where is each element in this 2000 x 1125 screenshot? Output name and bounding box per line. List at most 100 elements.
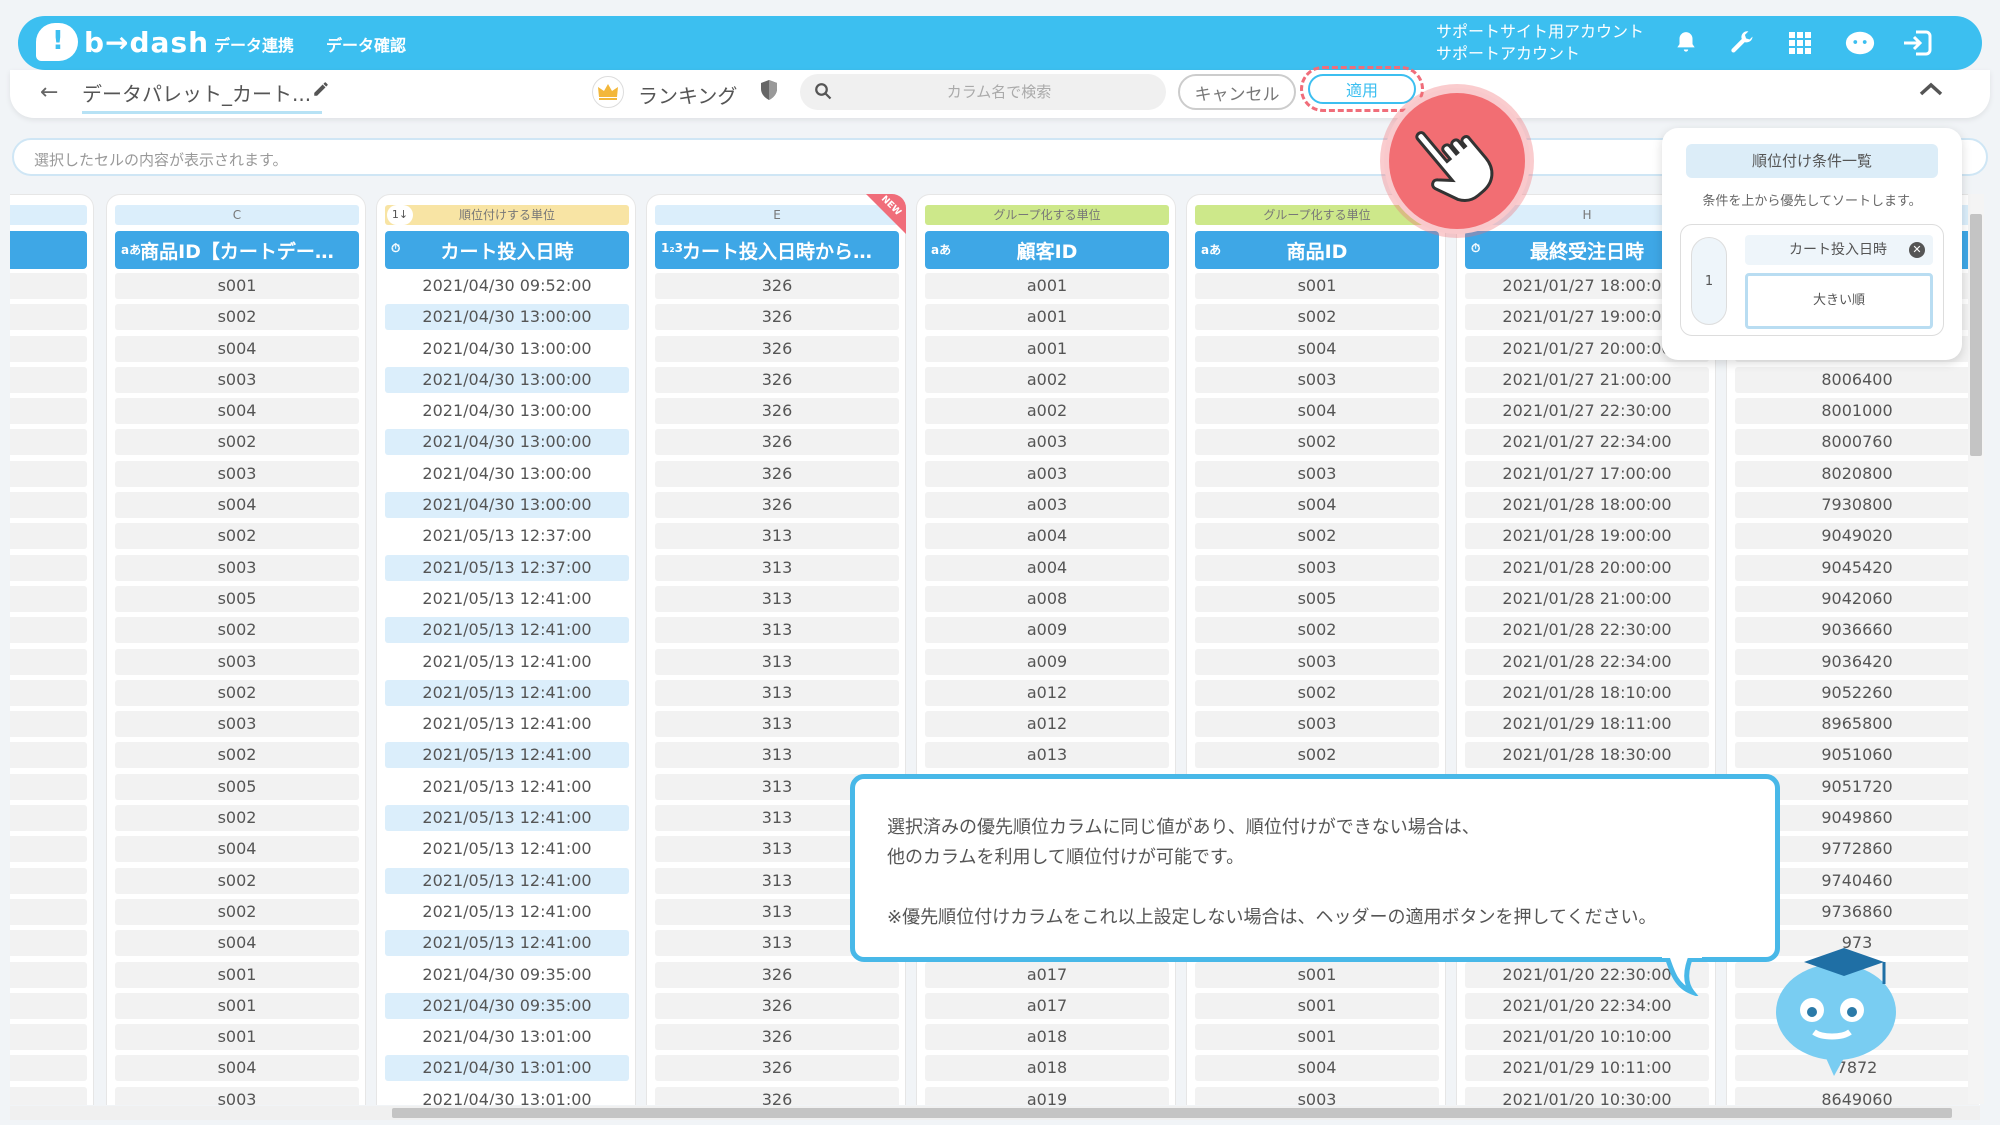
table-cell[interactable]: a002 xyxy=(925,366,1169,393)
table-cell[interactable]: s003 xyxy=(115,366,359,393)
table-cell[interactable]: 2021/05/13 12:41:00 xyxy=(385,679,629,706)
table-cell[interactable]: 326 xyxy=(655,366,899,393)
table-cell[interactable]: s003 xyxy=(115,648,359,675)
table-cell[interactable]: a012 xyxy=(925,679,1169,706)
table-cell[interactable]: a003 xyxy=(925,460,1169,487)
palette-name[interactable]: データパレット_カート... xyxy=(82,78,322,114)
table-cell[interactable]: 2021/04/30 13:00:00 xyxy=(385,366,629,393)
table-cell[interactable]: a008 xyxy=(925,585,1169,612)
table-cell[interactable]: 326 xyxy=(655,1086,899,1105)
ranking-priority[interactable]: 1 xyxy=(1691,237,1727,325)
table-cell[interactable]: 8965800 xyxy=(1735,711,1979,738)
horizontal-scroll-thumb[interactable] xyxy=(392,1108,1952,1118)
table-cell[interactable]: 2021/01/28 18:00:00 xyxy=(1465,492,1709,519)
table-cell[interactable]: a018 xyxy=(925,1024,1169,1051)
table-cell[interactable]: 313 xyxy=(655,679,899,706)
table-cell[interactable]: 326 xyxy=(655,492,899,519)
table-cell[interactable]: a012 xyxy=(925,711,1169,738)
table-cell[interactable]: 2021/05/13 12:41:00 xyxy=(385,711,629,738)
table-cell[interactable]: 2021/05/13 12:37:00 xyxy=(385,554,629,581)
table-cell[interactable]: s003 xyxy=(115,554,359,581)
table-cell[interactable]: a017 xyxy=(925,961,1169,988)
table-cell[interactable]: 326 xyxy=(655,429,899,456)
table-cell[interactable]: 2021/05/13 12:41:00 xyxy=(385,648,629,675)
column-header[interactable]: ー… xyxy=(10,231,87,269)
table-cell[interactable]: 2021/01/28 22:34:00 xyxy=(1465,648,1709,675)
table-cell[interactable]: a003 xyxy=(925,429,1169,456)
table-cell[interactable]: s001 xyxy=(115,1024,359,1051)
table-cell[interactable]: 2021/01/20 10:10:00 xyxy=(1465,1024,1709,1051)
table-cell[interactable]: 2021/05/13 12:37:00 xyxy=(385,523,629,550)
table-cell[interactable]: s003 xyxy=(115,711,359,738)
table-cell[interactable]: 9036660 xyxy=(1735,617,1979,644)
table-cell[interactable]: 9051060 xyxy=(1735,742,1979,769)
table-cell[interactable]: 2021/05/13 12:41:00 xyxy=(385,867,629,894)
table-cell[interactable]: s001 xyxy=(115,992,359,1019)
table-cell[interactable]: 9049020 xyxy=(1735,523,1979,550)
table-cell[interactable]: s003 xyxy=(1195,554,1439,581)
vertical-scroll-thumb[interactable] xyxy=(1970,214,1982,456)
table-cell[interactable]: 313 xyxy=(655,523,899,550)
table-cell[interactable]: 2021/04/30 13:00:00 xyxy=(385,398,629,425)
table-cell[interactable]: s001 xyxy=(1195,961,1439,988)
table-cell[interactable] xyxy=(10,836,87,863)
table-cell[interactable]: 326 xyxy=(655,1055,899,1082)
account-info[interactable]: サポートサイト用アカウント サポートアカウント xyxy=(1436,21,1644,65)
table-cell[interactable] xyxy=(10,492,87,519)
table-cell[interactable] xyxy=(10,867,87,894)
table-cell[interactable] xyxy=(10,554,87,581)
table-cell[interactable]: 2021/05/13 12:41:00 xyxy=(385,617,629,644)
back-arrow-icon[interactable]: ← xyxy=(40,80,58,105)
table-cell[interactable] xyxy=(10,523,87,550)
nav-data-check[interactable]: データ確認 xyxy=(326,32,406,56)
pencil-icon[interactable] xyxy=(312,80,330,102)
table-cell[interactable]: 2021/04/30 13:00:00 xyxy=(385,429,629,456)
table-cell[interactable]: a004 xyxy=(925,523,1169,550)
table-cell[interactable]: 8000760 xyxy=(1735,429,1979,456)
table-cell[interactable] xyxy=(10,679,87,706)
ranking-order-select[interactable]: 大きい順 xyxy=(1745,273,1933,329)
table-cell[interactable] xyxy=(10,617,87,644)
table-cell[interactable]: 9045420 xyxy=(1735,554,1979,581)
table-cell[interactable]: 326 xyxy=(655,304,899,331)
table-cell[interactable]: s004 xyxy=(115,335,359,362)
table-cell[interactable]: a004 xyxy=(925,554,1169,581)
table-cell[interactable]: 313 xyxy=(655,617,899,644)
table-cell[interactable]: s003 xyxy=(115,460,359,487)
table-cell[interactable]: s003 xyxy=(115,1086,359,1105)
table-cell[interactable]: 2021/04/30 13:01:00 xyxy=(385,1086,629,1105)
table-cell[interactable]: s004 xyxy=(1195,492,1439,519)
table-cell[interactable]: s001 xyxy=(1195,273,1439,299)
table-cell[interactable] xyxy=(10,366,87,393)
table-cell[interactable] xyxy=(10,1086,87,1105)
table-cell[interactable]: s001 xyxy=(1195,992,1439,1019)
table-cell[interactable] xyxy=(10,711,87,738)
table-cell[interactable]: s002 xyxy=(115,867,359,894)
table-cell[interactable]: s005 xyxy=(115,773,359,800)
table-cell[interactable]: s002 xyxy=(115,898,359,925)
table-cell[interactable]: 2021/01/27 22:34:00 xyxy=(1465,429,1709,456)
table-cell[interactable] xyxy=(10,773,87,800)
table-cell[interactable]: s002 xyxy=(1195,304,1439,331)
table-cell[interactable]: s003 xyxy=(1195,366,1439,393)
table-cell[interactable]: s003 xyxy=(1195,648,1439,675)
table-cell[interactable]: s005 xyxy=(115,585,359,612)
table-cell[interactable]: s002 xyxy=(1195,742,1439,769)
table-cell[interactable]: 2021/04/30 13:01:00 xyxy=(385,1055,629,1082)
table-cell[interactable]: 2021/01/28 18:10:00 xyxy=(1465,679,1709,706)
grid-icon[interactable] xyxy=(1784,27,1816,59)
horizontal-scrollbar[interactable] xyxy=(10,1106,1980,1120)
table-cell[interactable]: 8001000 xyxy=(1735,398,1979,425)
table-cell[interactable]: 326 xyxy=(655,460,899,487)
table-cell[interactable]: 2021/04/30 09:35:00 xyxy=(385,992,629,1019)
table-cell[interactable]: s002 xyxy=(115,805,359,832)
table-cell[interactable] xyxy=(10,961,87,988)
bell-icon[interactable] xyxy=(1670,27,1702,59)
table-cell[interactable]: 2021/04/30 13:00:00 xyxy=(385,335,629,362)
table-cell[interactable] xyxy=(10,273,87,299)
table-cell[interactable]: s002 xyxy=(1195,523,1439,550)
search-input[interactable] xyxy=(844,74,1154,110)
table-cell[interactable]: s004 xyxy=(115,930,359,957)
table-cell[interactable]: s004 xyxy=(115,398,359,425)
table-cell[interactable]: 326 xyxy=(655,961,899,988)
